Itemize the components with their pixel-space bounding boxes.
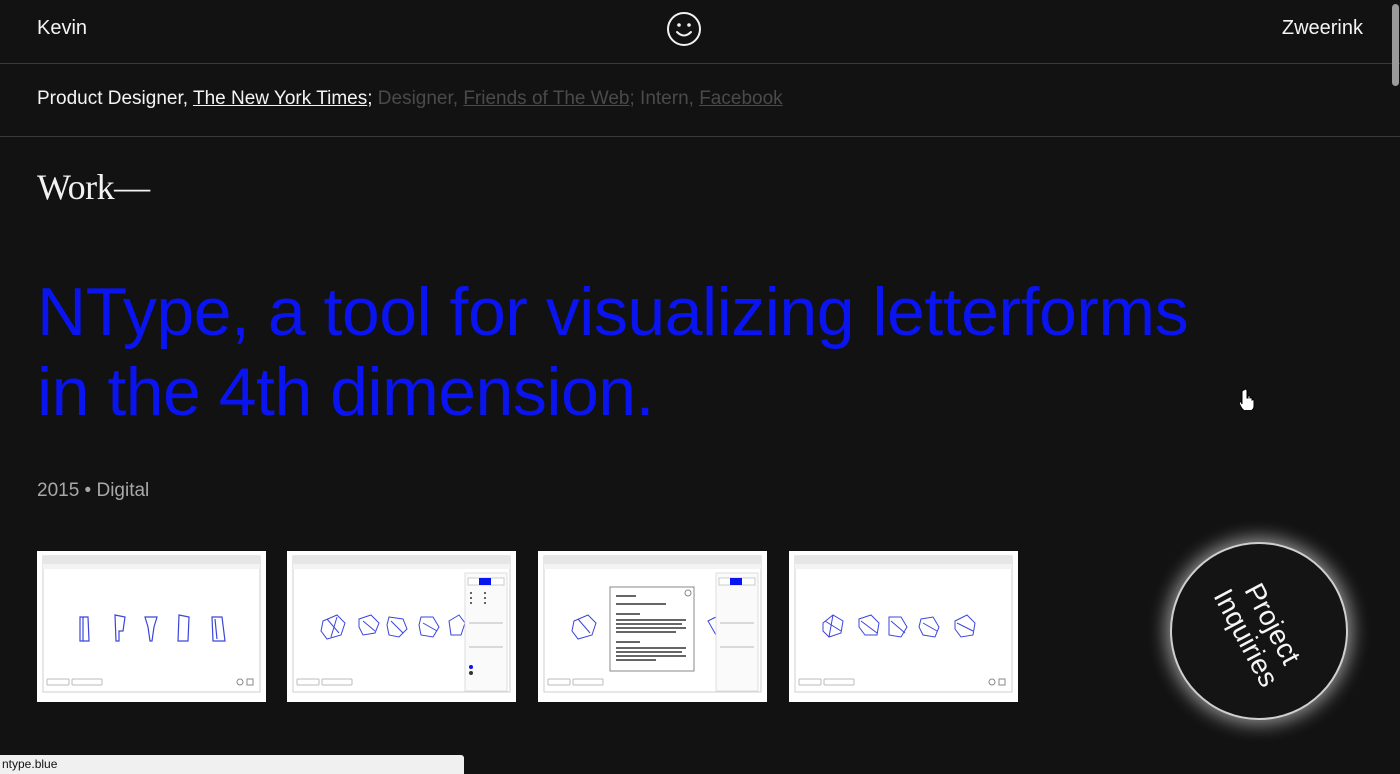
project-title-link[interactable]: NType, a tool for visualizing letterform…	[37, 272, 1217, 432]
project-meta: 2015 • Digital	[37, 480, 150, 501]
project-thumbnail-2[interactable]	[287, 551, 516, 702]
past-role-2-title: Intern,	[634, 88, 700, 109]
past-employer-1-link[interactable]: Friends of The Web	[463, 88, 629, 109]
roles-bar: Product Designer, The New York Times; De…	[0, 64, 1400, 137]
past-role-1: Designer, Friends of The Web;	[373, 88, 635, 109]
current-role-title: Product Designer,	[37, 88, 193, 109]
scrollbar-thumb[interactable]	[1392, 4, 1399, 86]
project-inquiries-label: Project Inquiries	[1208, 570, 1311, 692]
project-thumbnail-4[interactable]	[789, 551, 1018, 702]
hand-pointer-icon	[1240, 388, 1255, 410]
work-heading: Work—	[37, 167, 150, 207]
project-thumbnail-3[interactable]	[538, 551, 767, 702]
roles-line: Product Designer, The New York Times; De…	[37, 88, 783, 110]
past-employer-2-link[interactable]: Facebook	[699, 88, 782, 109]
project-inquiries-button[interactable]: Project Inquiries	[1172, 544, 1346, 718]
page: Kevin Zweerink Product Designer, The New…	[0, 0, 1400, 774]
last-name-link[interactable]: Zweerink	[1282, 17, 1363, 40]
current-role: Product Designer, The New York Times;	[37, 88, 373, 109]
project-thumbnail-1[interactable]	[37, 551, 266, 702]
current-employer-link[interactable]: The New York Times	[193, 88, 367, 109]
site-header: Kevin Zweerink	[0, 0, 1400, 64]
past-role-2: Intern, Facebook	[635, 88, 783, 109]
ntype-screenshot-letterforms-image	[42, 555, 261, 693]
past-role-1-title: Designer,	[372, 88, 464, 109]
ntype-screenshot-rotated-letters-image	[292, 555, 511, 693]
status-bar-url: ntype.blue	[0, 755, 464, 774]
ntype-screenshot-info-dialog-image	[543, 555, 762, 693]
ntype-screenshot-wireframe-letters-image	[794, 555, 1013, 693]
smiley-face-icon[interactable]	[666, 11, 702, 47]
first-name-link[interactable]: Kevin	[37, 17, 87, 40]
